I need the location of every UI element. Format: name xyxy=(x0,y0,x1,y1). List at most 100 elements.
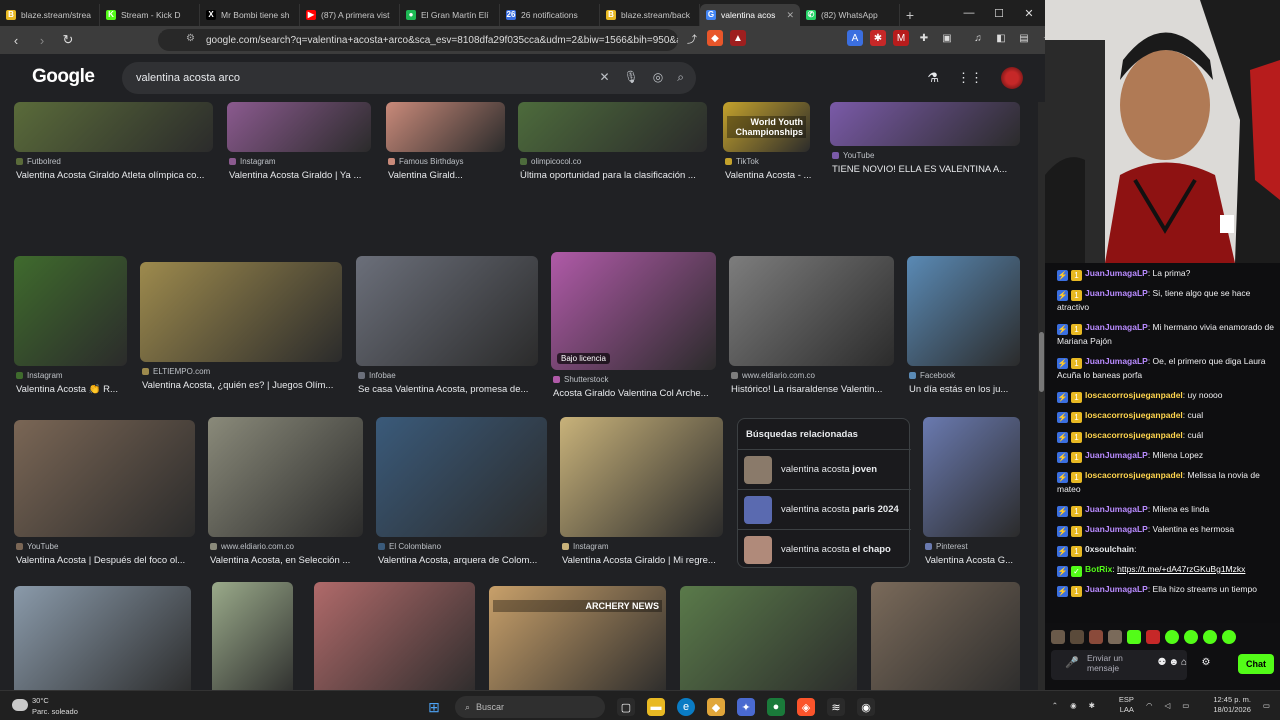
result-title[interactable]: TIENE NOVIO! ELLA ES VALENTINA A... xyxy=(832,164,1022,175)
result-source[interactable]: El Colombiano xyxy=(378,542,441,551)
result-source[interactable]: olimpicocol.co xyxy=(520,157,581,166)
copilot-icon[interactable]: ✦ xyxy=(737,698,755,716)
result-thumbnail[interactable] xyxy=(871,582,1020,690)
tab-4[interactable]: ● El Gran Martín Elí xyxy=(400,4,500,26)
image-result[interactable]: ELTIEMPO.com Valentina Acosta, ¿quién es?… xyxy=(140,262,342,398)
maximize-button[interactable]: ☐ xyxy=(984,0,1014,26)
image-result[interactable]: ARCHERY NEWSYouTubeValentina Acosta es l… xyxy=(489,586,666,690)
result-thumbnail[interactable] xyxy=(14,102,213,152)
share-icon[interactable]: ⤴ xyxy=(684,30,700,46)
lens-icon[interactable]: ◎ xyxy=(653,70,663,85)
battery-icon[interactable]: ▭ xyxy=(1182,701,1189,710)
result-source[interactable]: Futbolred xyxy=(16,157,61,166)
image-result[interactable]: Futbolred Valentina Acosta Giraldo Atleta… xyxy=(14,102,213,188)
image-result[interactable]: PulzoValentina Acosta aumentó más... xyxy=(871,582,1020,690)
settings-icon[interactable]: ⚙ xyxy=(1197,657,1215,668)
labs-icon[interactable]: ⚗ xyxy=(927,70,939,86)
emote-icon[interactable] xyxy=(1127,630,1141,644)
tray-app-icon[interactable]: ✱ xyxy=(1089,701,1095,710)
result-title[interactable]: Valentina Acosta Giraldo | Ya ... xyxy=(229,170,373,181)
image-result[interactable]: Instagram Valentina Acosta Giraldo | Ya .… xyxy=(227,102,371,188)
result-source[interactable]: www.eldiario.com.co xyxy=(210,542,294,551)
image-result[interactable]: Famous Birthdays Valentina Girald... xyxy=(386,102,505,188)
emote-icon[interactable] xyxy=(1165,630,1179,644)
minimize-button[interactable]: — xyxy=(954,0,984,26)
chat-username[interactable]: BotRix xyxy=(1085,564,1112,574)
chat-username[interactable]: JuanJumagaLP xyxy=(1085,268,1148,278)
tray-app-icon[interactable]: ◉ xyxy=(1070,701,1077,710)
result-thumbnail[interactable] xyxy=(680,586,857,690)
result-thumbnail[interactable] xyxy=(227,102,371,152)
result-source[interactable]: Pinterest xyxy=(925,542,968,551)
emote-icon[interactable] xyxy=(1051,630,1065,644)
spotify-icon[interactable]: ● xyxy=(767,698,785,716)
result-title[interactable]: Valentina Acosta Giraldo | Mi regre... xyxy=(562,555,725,566)
media-icon[interactable]: ♫ xyxy=(970,30,986,46)
chat-username[interactable]: JuanJumagaLP xyxy=(1085,288,1148,298)
result-thumbnail[interactable] xyxy=(386,102,505,152)
result-title[interactable]: Valentina Acosta, ¿quién es? | Juegos Ol… xyxy=(142,380,344,391)
wifi-icon[interactable]: ◠ xyxy=(1146,701,1153,710)
image-result[interactable]: El EspectadorAsí se ve Valentina Acosta,… xyxy=(314,582,475,690)
tab-close-icon[interactable]: ✕ xyxy=(786,10,794,21)
image-result[interactable]: olimpicocol.co Última oportunidad para la… xyxy=(518,102,707,188)
image-result[interactable]: Pinterest Valentina Acosta G... xyxy=(923,417,1020,573)
search-box[interactable]: valentina acosta arco ✕ 🎙 ◎ ⌕ xyxy=(122,62,696,94)
back-icon[interactable]: ‹ xyxy=(6,30,26,50)
chat-username[interactable]: loscacorrosjueganpadel xyxy=(1085,390,1183,400)
related-item-joven[interactable]: valentina acosta joven xyxy=(738,449,911,489)
emote-icon[interactable] xyxy=(1070,630,1084,644)
result-thumbnail[interactable] xyxy=(729,256,894,366)
clock[interactable]: 12:45 p. m. 18/01/2026 xyxy=(1201,695,1251,715)
translate-icon[interactable]: A xyxy=(847,30,863,46)
new-tab-button[interactable]: + xyxy=(900,4,920,26)
result-thumbnail[interactable] xyxy=(208,417,363,537)
tab-6[interactable]: Bblaze.stream/back xyxy=(600,4,700,26)
result-title[interactable]: Valentina Girald... xyxy=(388,170,507,181)
result-title[interactable]: Valentina Acosta 👏 R... xyxy=(16,384,129,395)
site-info-icon[interactable]: ⚙ xyxy=(186,33,195,44)
result-thumbnail[interactable] xyxy=(560,417,723,537)
image-result[interactable]: Señal ColombiaValentina Acosta | Tiro co… xyxy=(14,586,191,690)
chat-link[interactable]: https://t.me/+dA47rzGKuBg1Mzkx xyxy=(1117,564,1245,574)
result-thumbnail[interactable]: World Youth Championships xyxy=(723,102,810,152)
mic-icon[interactable]: 🎤 xyxy=(1065,658,1079,669)
image-result[interactable]: Infobae Se casa Valentina Acosta, promesa… xyxy=(356,256,538,402)
result-thumbnail[interactable] xyxy=(14,420,195,537)
result-thumbnail[interactable]: Bajo licencia xyxy=(551,252,716,370)
task-view-icon[interactable]: ▢ xyxy=(617,698,635,716)
result-source[interactable]: Shutterstock xyxy=(553,375,608,384)
image-result[interactable]: www.eldiario.com.co Valentina Acosta, en … xyxy=(208,417,363,573)
result-title[interactable]: Histórico! La risaraldense Valentin... xyxy=(731,384,896,395)
chat-username[interactable]: JuanJumagaLP xyxy=(1085,504,1148,514)
result-source[interactable]: Instagram xyxy=(562,542,609,551)
chat-username[interactable]: loscacorrosjueganpadel xyxy=(1085,430,1183,440)
users-icon[interactable]: ⚉ xyxy=(1153,657,1171,668)
result-thumbnail[interactable]: ARCHERY NEWS xyxy=(489,586,666,690)
tab-7[interactable]: Gvalentina acos ✕ xyxy=(700,4,800,26)
emote-icon[interactable] xyxy=(1146,630,1160,644)
chat-username[interactable]: loscacorrosjueganpadel xyxy=(1085,470,1183,480)
apps-grid-icon[interactable]: ⋮⋮ xyxy=(957,70,983,86)
result-source[interactable]: Famous Birthdays xyxy=(388,157,463,166)
image-result[interactable]: Bajo licencia Shutterstock Acosta Giraldo … xyxy=(551,252,716,406)
google-logo[interactable]: Google xyxy=(32,66,95,88)
image-result[interactable]: El Colombiano Valentina Acosta, arquera d… xyxy=(376,417,547,573)
extension-icon[interactable]: ✱ xyxy=(870,30,886,46)
screenshot-icon[interactable]: ▣ xyxy=(939,30,955,46)
edge-icon[interactable]: e xyxy=(677,698,695,716)
close-window-button[interactable]: ✕ xyxy=(1014,0,1044,26)
result-source[interactable]: Instagram xyxy=(16,371,63,380)
image-result[interactable]: World Youth Championships TikTok Valentina… xyxy=(723,102,811,188)
chat-username[interactable]: JuanJumagaLP xyxy=(1085,450,1148,460)
result-thumbnail[interactable] xyxy=(140,262,342,362)
result-thumbnail[interactable] xyxy=(923,417,1020,537)
brave-icon[interactable]: ◈ xyxy=(797,698,815,716)
result-title[interactable]: Valentina Acosta G... xyxy=(925,555,1022,566)
chat-username[interactable]: loscacorrosjueganpadel xyxy=(1085,410,1183,420)
file-explorer-icon[interactable]: ▬ xyxy=(647,698,665,716)
scrollbar-thumb[interactable] xyxy=(1039,332,1044,392)
result-source[interactable]: YouTube xyxy=(16,542,58,551)
brave-shield-icon[interactable]: ◆ xyxy=(707,30,723,46)
tab-8[interactable]: ✆ (82) WhatsApp xyxy=(800,4,900,26)
